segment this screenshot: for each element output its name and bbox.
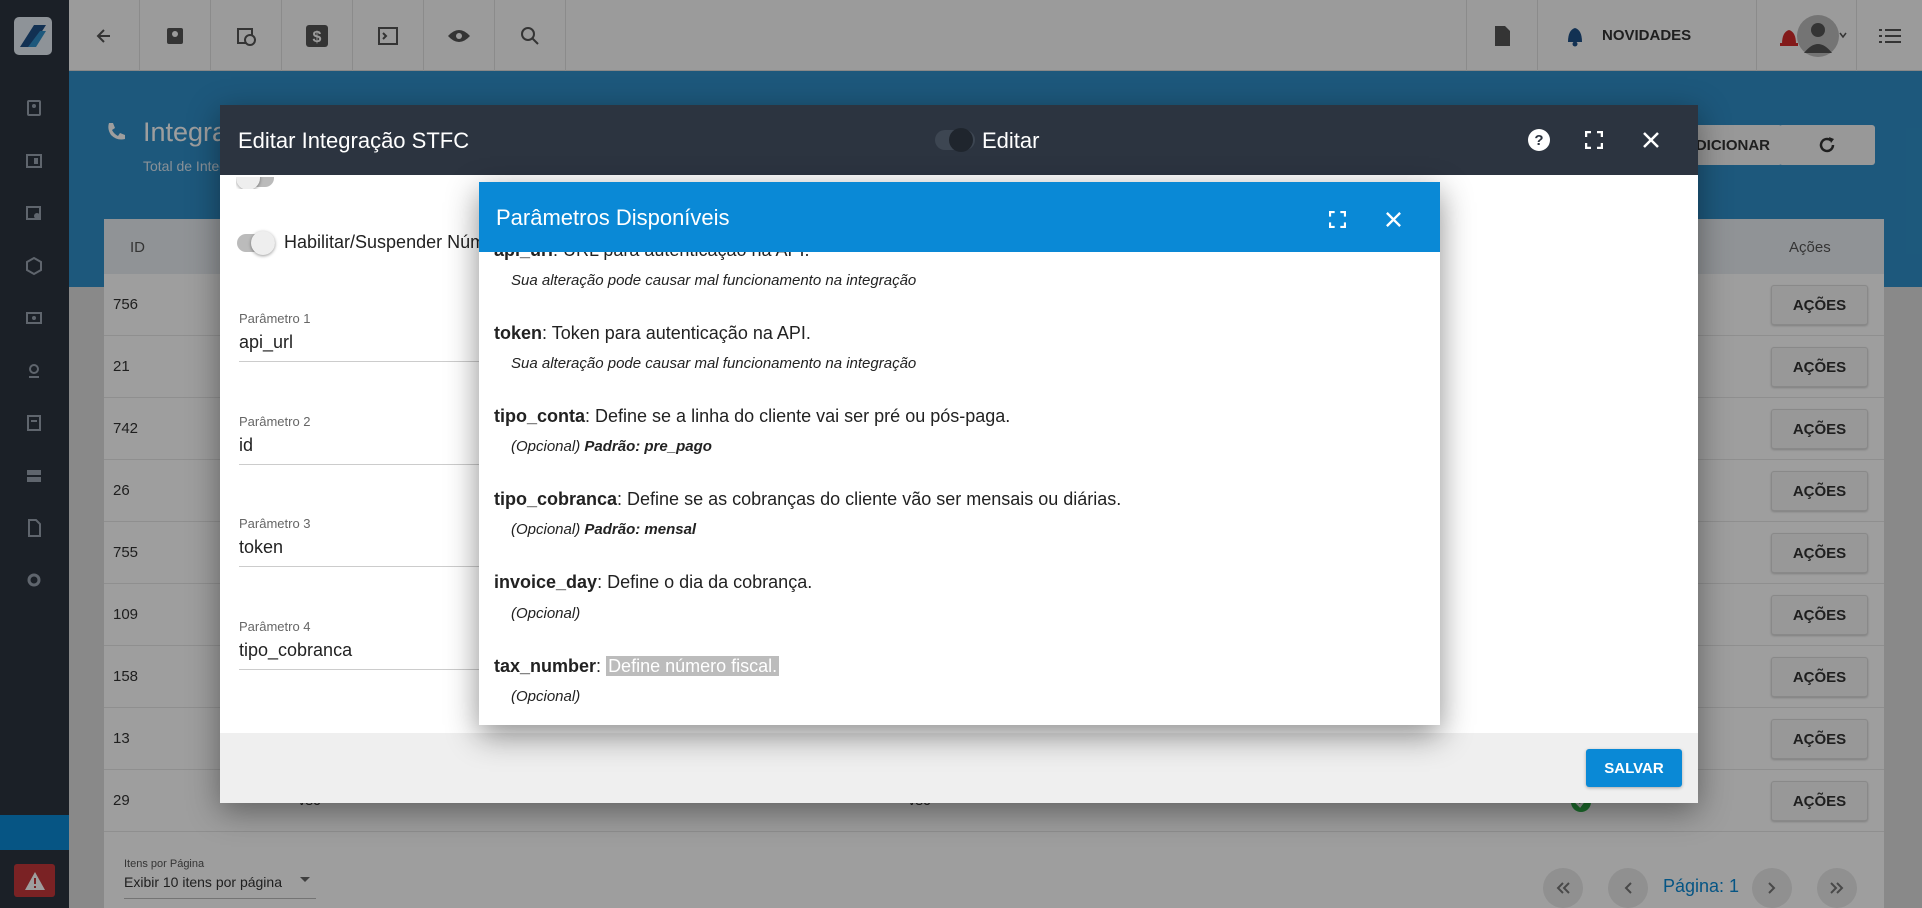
param-1-field[interactable]: Parâmetro 1 api_url bbox=[239, 311, 499, 362]
param-item: tipo_cobranca: Define se as cobranças do… bbox=[494, 489, 1121, 510]
param-name: tax_number bbox=[494, 656, 597, 676]
modal-header: Editar Integração STFC Editar ? bbox=[220, 105, 1698, 175]
svg-text:?: ? bbox=[1534, 132, 1543, 149]
field-label: Parâmetro 4 bbox=[239, 619, 311, 634]
dialog-header: Parâmetros Disponíveis bbox=[479, 182, 1440, 252]
param-item: invoice_day: Define o dia da cobrança. bbox=[494, 572, 812, 593]
param-item: tax_number: Define número fiscal. bbox=[494, 656, 780, 676]
param-name: api_url bbox=[494, 252, 553, 260]
close-icon[interactable] bbox=[1640, 129, 1662, 151]
help-icon[interactable]: ? bbox=[1527, 128, 1551, 152]
param-desc: : Define o dia da cobrança. bbox=[597, 572, 813, 592]
param-note-line: (Opcional) Padrão: mensal bbox=[511, 521, 696, 538]
available-params-dialog: Parâmetros Disponíveis api_url: URL para… bbox=[479, 182, 1440, 725]
modal-title: Editar Integração STFC bbox=[238, 128, 470, 153]
param-2-field[interactable]: Parâmetro 2 id bbox=[239, 414, 499, 465]
param-3-field[interactable]: Parâmetro 3 token bbox=[239, 516, 499, 567]
modal-footer: SALVAR bbox=[220, 733, 1698, 803]
param-desc-selected: Define número fiscal. bbox=[606, 656, 780, 676]
param-desc: : URL para autenticação na API. bbox=[553, 252, 810, 260]
param-name: tipo_conta bbox=[494, 406, 586, 426]
close-icon[interactable] bbox=[1383, 209, 1403, 229]
field-label: Parâmetro 3 bbox=[239, 516, 311, 531]
fullscreen-icon[interactable] bbox=[1327, 209, 1347, 229]
param-note: (Opcional) bbox=[511, 521, 581, 538]
param-item: tipo_conta: Define se a linha do cliente… bbox=[494, 406, 1010, 427]
field-label: Parâmetro 1 bbox=[239, 311, 311, 326]
param-note: (Opcional) bbox=[511, 438, 581, 455]
param-name: invoice_day bbox=[494, 572, 598, 592]
edit-toggle-label: Editar bbox=[982, 128, 1040, 153]
param-item: token: Token para autenticação na API. bbox=[494, 323, 811, 344]
param-default: Padrão: mensal bbox=[584, 521, 697, 538]
params-list: api_url: URL para autenticação na API. S… bbox=[479, 252, 1440, 725]
field-value[interactable]: api_url bbox=[239, 332, 499, 362]
save-button[interactable]: SALVAR bbox=[1586, 749, 1682, 787]
suspend-toggle[interactable] bbox=[237, 231, 275, 255]
param-note: (Opcional) bbox=[511, 605, 581, 622]
param-desc: : Token para autenticação na API. bbox=[542, 323, 811, 343]
field-label: Parâmetro 2 bbox=[239, 414, 311, 429]
dialog-title: Parâmetros Disponíveis bbox=[496, 205, 730, 230]
field-value[interactable]: id bbox=[239, 435, 499, 465]
param-note: (Opcional) bbox=[511, 688, 581, 705]
param-item: api_url: URL para autenticação na API. bbox=[494, 252, 810, 261]
param-name: token bbox=[494, 323, 543, 343]
param-note-line: (Opcional) Padrão: pre_pago bbox=[511, 438, 712, 455]
param-desc: : Define se as cobranças do cliente vão … bbox=[617, 489, 1122, 509]
param-note: Sua alteração pode causar mal funcioname… bbox=[511, 272, 917, 289]
edit-toggle[interactable] bbox=[935, 128, 975, 152]
field-value[interactable]: token bbox=[239, 537, 499, 567]
param-default: Padrão: pre_pago bbox=[584, 438, 712, 455]
param-4-field[interactable]: Parâmetro 4 tipo_cobranca bbox=[239, 619, 499, 670]
param-desc: : Define se a linha do cliente vai ser p… bbox=[585, 406, 1011, 426]
field-value[interactable]: tipo_cobranca bbox=[239, 640, 499, 670]
param-name: tipo_cobranca bbox=[494, 489, 618, 509]
partial-toggle[interactable] bbox=[236, 177, 274, 189]
param-note: Sua alteração pode causar mal funcioname… bbox=[511, 355, 917, 372]
fullscreen-icon[interactable] bbox=[1583, 129, 1605, 151]
